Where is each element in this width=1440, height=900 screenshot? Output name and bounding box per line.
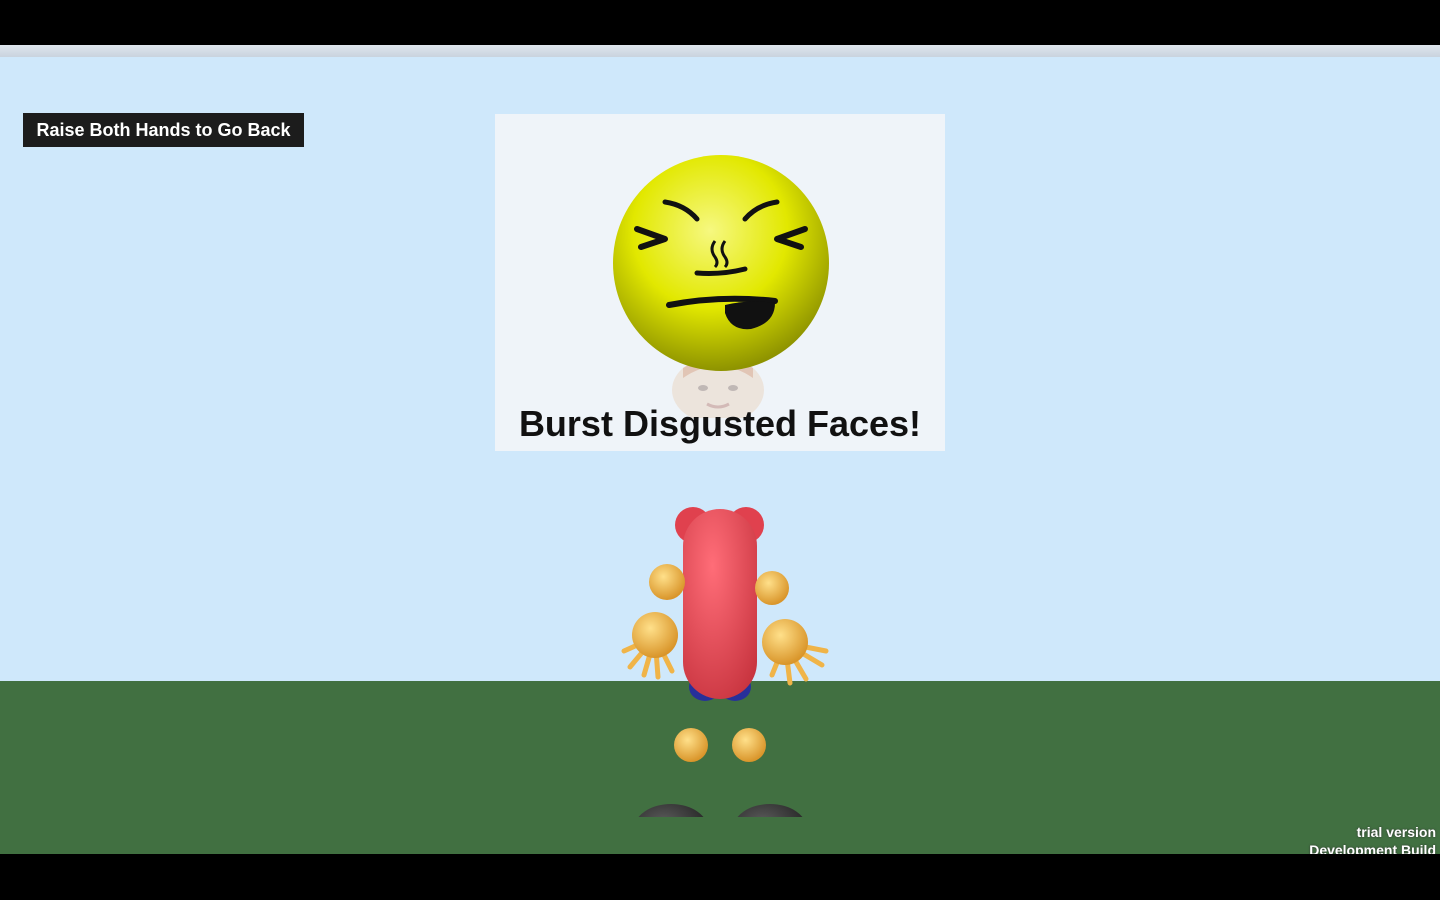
instruction-text: Burst Disgusted Faces! — [518, 403, 922, 444]
knee-left — [674, 728, 708, 762]
back-gesture-hint: Raise Both Hands to Go Back — [23, 113, 304, 147]
palm-right — [762, 619, 808, 665]
build-watermark: trial version Development Build — [1309, 823, 1436, 854]
foot-right — [737, 804, 803, 817]
letterbox-top — [0, 0, 1440, 45]
trial-version-label: trial version — [1356, 824, 1436, 840]
foot-left — [638, 804, 704, 817]
development-build-label: Development Build — [1309, 842, 1436, 854]
letterbox-bottom — [0, 854, 1440, 900]
player-avatar — [621, 507, 829, 817]
torso — [683, 509, 757, 699]
disgusted-face-icon — [613, 155, 829, 371]
game-scene[interactable]: Raise Both Hands to Go Back Burst Disgus… — [0, 57, 1440, 854]
palm-left — [632, 612, 678, 658]
target-emotion-panel: Burst Disgusted Faces! — [495, 114, 945, 451]
knee-right — [732, 728, 766, 762]
elbow-right — [755, 571, 789, 605]
elbow-left — [649, 564, 685, 600]
